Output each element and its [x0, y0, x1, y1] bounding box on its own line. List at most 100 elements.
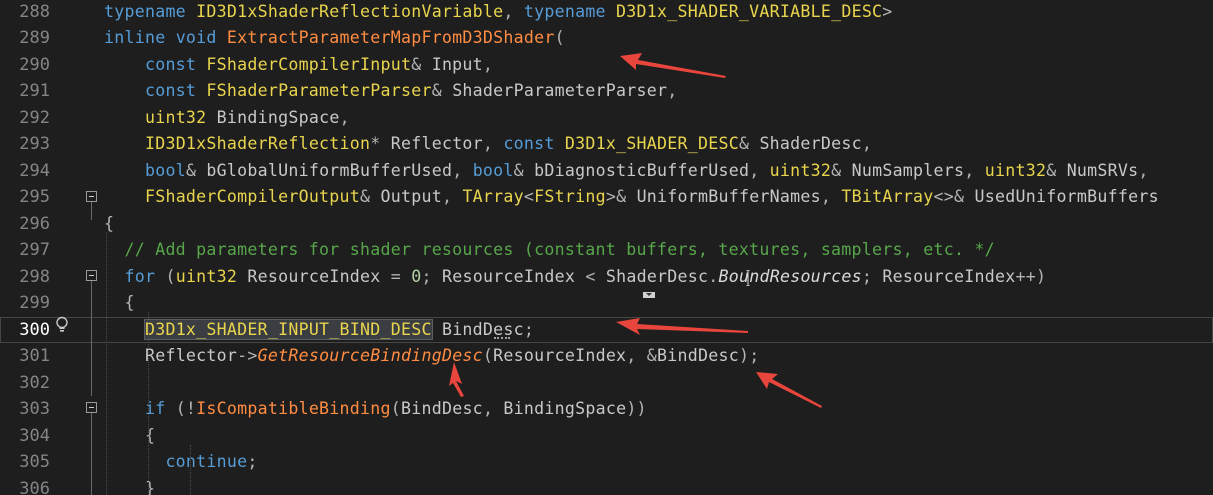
code-token: bGlobalUniformBufferUsed [206, 160, 453, 180]
code-token: , [749, 160, 770, 180]
line-number: 306 [19, 478, 50, 495]
code-text[interactable]: typename ID3D1xShaderReflectionVariable,… [104, 0, 893, 25]
line-number: 302 [19, 372, 50, 393]
code-token: & [513, 160, 535, 180]
line-number: 300 [19, 319, 50, 340]
code-token: FShaderCompilerOutput [144, 187, 361, 206]
code-token: & [411, 54, 432, 74]
code-token: UniformBufferNames [636, 187, 821, 206]
collapse-toggle-303[interactable] [86, 402, 97, 413]
code-text[interactable]: for (uint32 ResourceIndex = 0; ResourceI… [104, 264, 1046, 291]
code-text[interactable]: const FShaderParameterParser& ShaderPara… [104, 78, 677, 105]
code-token: & [1046, 160, 1067, 180]
code-text[interactable]: inline void ExtractParameterMapFromD3DSh… [104, 25, 565, 52]
code-line-289[interactable]: 289 inline void ExtractParameterMapFromD3… [0, 25, 1213, 52]
code-token: bool [472, 160, 514, 180]
suggestion-underline [494, 335, 510, 339]
line-number: 288 [19, 1, 50, 22]
code-line-294[interactable]: 294 bool& bGlobalUniformBufferUsed, bool… [0, 158, 1213, 185]
code-token: uint32 [175, 266, 238, 286]
code-token: BindingSpace [216, 107, 340, 127]
code-token: void [175, 28, 227, 47]
code-text[interactable]: bool& bGlobalUniformBufferUsed, bool& bD… [104, 158, 1149, 185]
code-token: , [1138, 160, 1149, 180]
line-number: 292 [19, 107, 50, 128]
collapse-toggle-298[interactable] [86, 270, 97, 281]
code-text[interactable]: continue; [104, 449, 258, 476]
code-token: TBitArray [841, 187, 934, 206]
code-line-291[interactable]: 291 const FShaderParameterParser& Shader… [0, 78, 1213, 105]
lightbulb-icon[interactable] [55, 316, 69, 334]
code-line-298[interactable]: 298 for (uint32 ResourceIndex = 0; Resou… [0, 264, 1213, 291]
code-text[interactable]: // Add parameters for shader resources (… [104, 237, 995, 264]
line-number: 296 [19, 213, 50, 234]
code-token: BoundResources [718, 266, 862, 286]
code-token: , [482, 134, 504, 153]
code-text[interactable]: const FShaderCompilerInput& Input, [104, 52, 493, 79]
indent-guide [190, 445, 191, 495]
code-line-288[interactable]: 288 typename ID3D1xShaderReflectionVariab… [0, 0, 1213, 25]
code-token: ShaderDesc [605, 266, 709, 286]
code-token: { [104, 213, 115, 233]
code-token: , & [626, 346, 658, 365]
code-line-303[interactable]: 303 if (!IsCompatibleBinding(BindDesc, B… [0, 396, 1213, 423]
code-token: TArray [462, 187, 524, 206]
code-token: & [738, 134, 760, 153]
code-token: -> [237, 346, 258, 365]
code-text[interactable]: Reflector->GetResourceBindingDesc(Resour… [104, 343, 759, 370]
line-number: 303 [19, 399, 50, 419]
code-token: BindDesc [441, 319, 524, 339]
code-editor[interactable]: 288 typename ID3D1xShaderReflectionVariab… [0, 0, 1213, 495]
outline-rail [91, 276, 92, 396]
code-text[interactable]: ID3D1xShaderReflection* Reflector, const… [104, 131, 872, 158]
code-line-302[interactable]: 302 [0, 370, 1213, 397]
code-token: & [831, 160, 852, 180]
code-token: Output [380, 187, 442, 206]
code-token: ); [738, 346, 760, 365]
code-text[interactable]: { [104, 290, 135, 317]
code-line-306[interactable]: 306 } [0, 476, 1213, 495]
quick-info-dropdown-icon[interactable] [643, 292, 655, 298]
code-token: , [820, 187, 842, 206]
code-token: uint32 [144, 107, 207, 127]
code-token: ResourceIndex [442, 266, 576, 286]
code-token: Reflector [144, 346, 238, 365]
code-token: , [964, 160, 985, 180]
code-text[interactable]: D3D1x_SHADER_INPUT_BIND_DESC BindDesc; [104, 317, 534, 344]
code-line-290[interactable]: 290 const FShaderCompilerInput& Input, [0, 52, 1213, 79]
code-line-292[interactable]: 292 uint32 BindingSpace, [0, 105, 1213, 132]
code-line-295[interactable]: 295 FShaderCompilerOutput& Output, TArra… [0, 184, 1213, 211]
line-number: 290 [19, 54, 50, 75]
code-token: inline [104, 28, 176, 47]
code-line-296[interactable]: 296 { [0, 211, 1213, 238]
code-line-304[interactable]: 304 { [0, 423, 1213, 450]
code-line-297[interactable]: 297 // Add parameters for shader resourc… [0, 237, 1213, 264]
code-token: const [104, 81, 207, 100]
code-token: ( [390, 399, 401, 418]
code-line-305[interactable]: 305 continue; [0, 449, 1213, 476]
code-token: ( [165, 266, 176, 286]
code-token: ( [554, 28, 565, 47]
code-token: , [339, 107, 350, 127]
code-token: continue [104, 452, 248, 471]
line-number: 298 [19, 266, 50, 287]
code-text[interactable]: FShaderCompilerOutput& Output, TArray<FS… [104, 184, 1159, 211]
code-token: NumSRVs [1066, 160, 1139, 180]
code-token: , [452, 160, 473, 180]
code-token: ; [523, 319, 535, 339]
code-token: D3D1x_SHADER_INPUT_BIND_DESC [143, 318, 433, 340]
code-token: // Add parameters for shader resources (… [104, 240, 995, 259]
text-cursor-icon [746, 270, 750, 286]
code-text[interactable]: uint32 BindingSpace, [104, 105, 350, 132]
code-line-300[interactable]: 300 D3D1x_SHADER_INPUT_BIND_DESC BindDes… [0, 316, 1213, 344]
code-token: bDiagnosticBufferUsed [534, 160, 750, 180]
code-line-293[interactable]: 293 ID3D1xShaderReflection* Reflector, c… [0, 131, 1213, 158]
code-token: ResourceIndex [882, 266, 1016, 286]
code-text[interactable]: if (!IsCompatibleBinding(BindDesc, Bindi… [104, 396, 647, 423]
code-token: , [861, 134, 873, 153]
code-line-301[interactable]: 301 Reflector->GetResourceBindingDesc(Re… [0, 343, 1213, 370]
collapse-toggle-295[interactable] [86, 191, 97, 202]
code-line-299[interactable]: 299 { [0, 290, 1213, 317]
